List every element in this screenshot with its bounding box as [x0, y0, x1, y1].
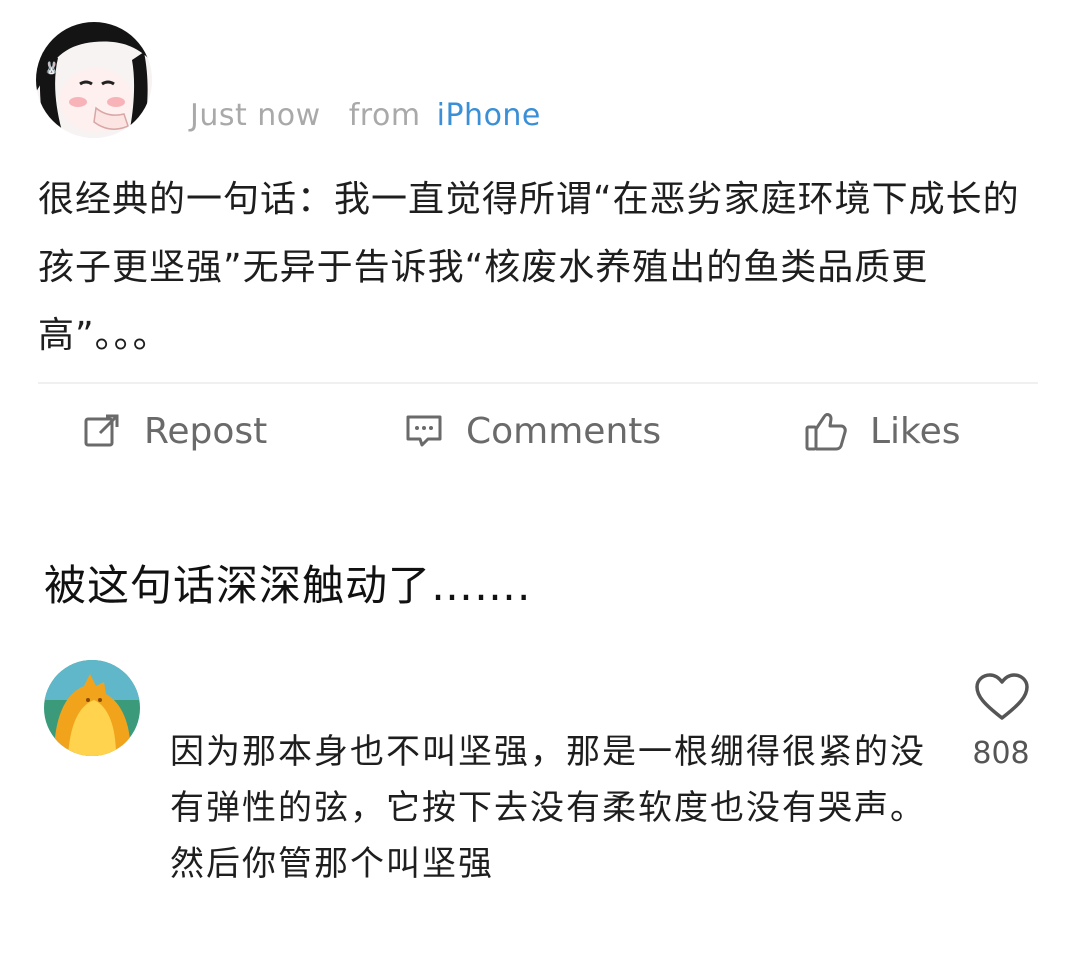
comment-icon — [404, 411, 444, 451]
comments-label: Comments — [466, 410, 662, 452]
from-label: from — [348, 98, 421, 133]
device-link[interactable]: iPhone — [437, 98, 541, 133]
likes-button[interactable]: Likes — [804, 406, 961, 456]
comments-button[interactable]: Comments — [404, 406, 661, 456]
divider — [38, 382, 1038, 384]
post-meta: Just now from iPhone — [190, 98, 541, 133]
svg-text:🐰: 🐰 — [44, 61, 59, 75]
thumbs-up-icon — [804, 409, 848, 453]
comment-body: 因为那本身也不叫坚强，那是一根绷得很紧的没有弹性的弦，它按下去没有柔软度也没有哭… — [170, 732, 926, 884]
comment-like-button[interactable] — [974, 672, 1030, 726]
repost-label: Repost — [144, 410, 268, 452]
repost-button[interactable]: Repost — [82, 406, 267, 456]
comment-like-count: 808 — [972, 736, 1030, 771]
cat-avatar-illustration — [44, 660, 140, 756]
poster-avatar[interactable]: 🐰 — [36, 22, 152, 138]
heart-icon — [974, 673, 1030, 726]
repost-icon — [82, 411, 122, 451]
post-body: 很经典的一句话：我一直觉得所谓“在恶劣家庭环境下成长的孩子更坚强”无异于告诉我“… — [38, 179, 1020, 356]
caption-text: 被这句话深深触动了……. — [44, 561, 532, 610]
post-timestamp: Just now — [190, 98, 321, 133]
commenter-avatar[interactable] — [44, 660, 140, 756]
likes-label: Likes — [870, 410, 961, 452]
avatar-illustration: 🐰 — [36, 22, 152, 138]
